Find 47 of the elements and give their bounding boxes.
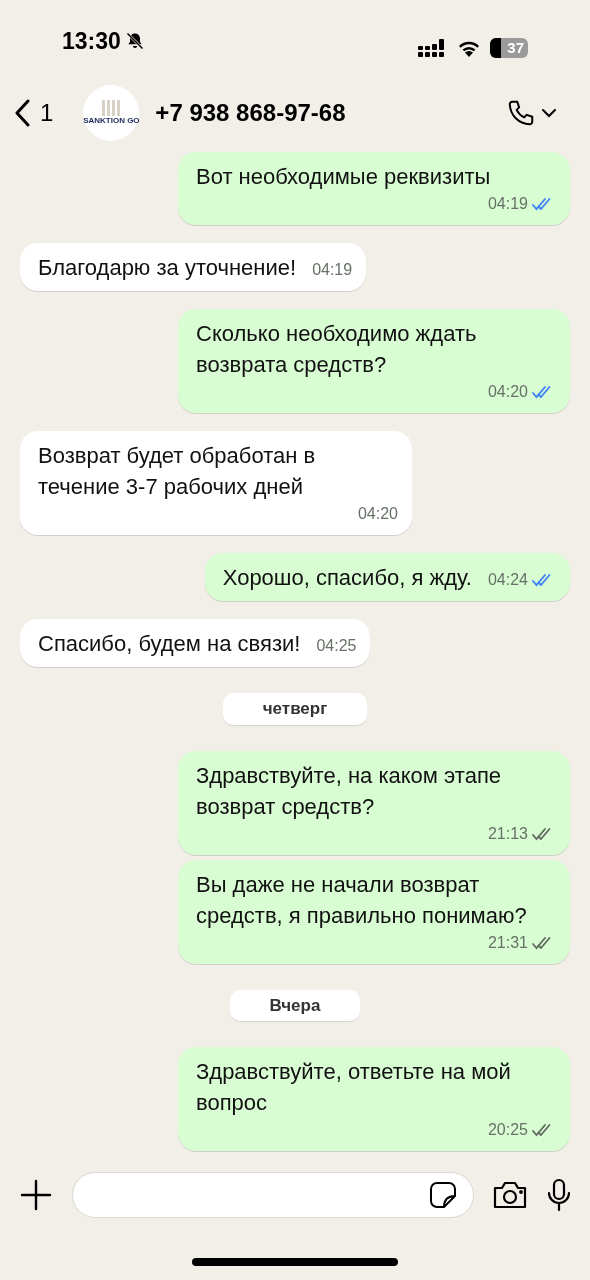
message-input[interactable] <box>72 1172 474 1218</box>
add-button[interactable] <box>18 1177 54 1213</box>
message-text: Здравствуйте, на каком этапе возврат средств? <box>196 761 503 821</box>
caret-icon <box>542 108 556 118</box>
message-time: 04:19 <box>312 260 353 280</box>
message-time: 04:24 <box>487 570 528 590</box>
message-bubble[interactable]: Благодарю за уточнение! 04:19 <box>20 243 367 291</box>
battery-indicator: 37 <box>490 38 528 58</box>
message-time: 04:20 <box>487 382 528 402</box>
message-time: 21:13 <box>487 823 528 844</box>
phone-icon <box>506 98 536 128</box>
message-time: 04:25 <box>316 636 357 656</box>
message-text: Вы даже не начали возврат средств, я правильно понимаю? <box>196 870 528 930</box>
message-time: 20:25 <box>487 1120 528 1140</box>
date-label: четверг <box>222 693 368 725</box>
message-bubble[interactable]: Здравствуйте, на каком этапе возврат средств? 21:13 <box>178 750 570 855</box>
message-bubble[interactable]: Здравствуйте, ответьте на мой вопрос 20:25 <box>178 1047 570 1151</box>
message-bubble[interactable]: Возврат будет обработан в течение 3-7 рабочих дней 04:20 <box>20 431 412 535</box>
contact-name[interactable]: +7 938 868-97-68 <box>155 95 346 131</box>
message-bubble[interactable]: Вот необходимые реквизиты 04:19 <box>178 152 570 225</box>
camera-icon[interactable] <box>492 1180 528 1210</box>
microphone-icon[interactable] <box>546 1178 572 1212</box>
message-text: Вот необходимые реквизиты <box>196 163 491 191</box>
message-text: Сколько необходимо ждать возврата средств? <box>196 320 478 379</box>
contact-avatar[interactable]: SANKTION GO <box>83 85 140 141</box>
status-time: 13:30 <box>62 26 121 56</box>
message-text: Здравствуйте, ответьте на мой вопрос <box>196 1058 512 1117</box>
message-text: Хорошо, спасибо, я жду. <box>222 564 472 592</box>
message-text: Благодарю за уточнение! <box>38 254 297 282</box>
message-time: 04:20 <box>357 504 398 524</box>
date-label: Вчера <box>229 989 361 1021</box>
message-bubble[interactable]: Спасибо, будем на связи! 04:25 <box>20 619 371 667</box>
sticker-icon[interactable] <box>429 1181 457 1209</box>
call-button[interactable] <box>506 98 556 128</box>
message-text: Возврат будет обработан в течение 3-7 рабочих дней <box>38 442 317 501</box>
back-chevron-icon <box>14 99 30 127</box>
back-button[interactable]: 1 <box>14 95 54 131</box>
muted-bell-icon <box>124 30 145 51</box>
message-time: 21:31 <box>487 932 528 953</box>
message-time: 04:19 <box>487 194 528 214</box>
message-bubble[interactable]: Хорошо, спасибо, я жду. 04:24 <box>204 553 570 601</box>
avatar-label: SANKTION GO <box>83 116 140 126</box>
message-bubble[interactable]: Сколько необходимо ждать возврата средств? 04:20 <box>178 309 570 413</box>
plus-icon <box>20 1179 52 1211</box>
logo-icon <box>102 100 121 116</box>
message-bubble[interactable]: Вы даже не начали возврат средств, я правильно понимаю? 21:31 <box>178 859 570 964</box>
message-text: Спасибо, будем на связи! <box>38 630 301 658</box>
